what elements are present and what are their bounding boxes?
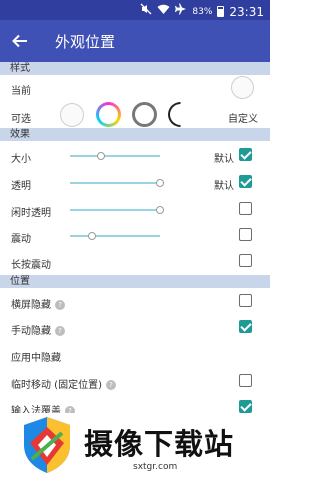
vibrate-checkbox[interactable] xyxy=(239,228,252,241)
manual-hide-checkbox[interactable] xyxy=(239,320,252,333)
status-bar: 83% 23:31 xyxy=(0,0,270,20)
size-default-checkbox[interactable] xyxy=(239,148,252,161)
style-option-color-ring[interactable] xyxy=(96,102,121,127)
watermark-url: sxtgr.com xyxy=(133,462,178,472)
page-title: 外观位置 xyxy=(55,33,116,51)
opacity-default-checkbox[interactable] xyxy=(239,175,252,188)
style-option-plain[interactable] xyxy=(60,103,84,127)
manual-hide-row: 手动隐藏? xyxy=(11,322,65,337)
watermark-banner: 摄像下载站 sxtgr.com xyxy=(0,413,270,480)
landscape-hide-row: 横屏隐藏? xyxy=(11,296,65,311)
app-bar: 外观位置 xyxy=(0,20,270,62)
landscape-hide-checkbox[interactable] xyxy=(239,294,252,307)
temp-move-row: 临时移动 (固定位置)? xyxy=(11,376,116,391)
style-option-dark-ring[interactable] xyxy=(168,102,193,127)
size-slider[interactable] xyxy=(70,152,160,160)
long-press-vibrate-checkbox[interactable] xyxy=(239,254,252,267)
section-header-position: 位置 xyxy=(0,275,270,288)
mute-icon xyxy=(140,3,152,20)
temp-move-label: 临时移动 (固定位置) xyxy=(11,380,102,391)
manual-hide-label: 手动隐藏 xyxy=(11,326,51,337)
help-icon[interactable]: ? xyxy=(55,300,65,310)
ime-cover-checkbox[interactable] xyxy=(239,400,252,413)
current-style-preview xyxy=(231,76,254,99)
status-icons: 83% 23:31 xyxy=(140,3,264,20)
available-styles-label: 可选 xyxy=(11,114,31,125)
idle-opacity-label: 闲时透明 xyxy=(11,208,51,219)
opacity-slider[interactable] xyxy=(70,179,164,187)
current-style-label: 当前 xyxy=(11,86,31,97)
wifi-icon xyxy=(157,4,170,20)
status-time: 23:31 xyxy=(229,4,264,19)
idle-opacity-slider[interactable] xyxy=(70,206,164,214)
idle-opacity-checkbox[interactable] xyxy=(239,202,252,215)
battery-icon xyxy=(217,6,225,17)
vibrate-slider-thumb[interactable] xyxy=(88,232,96,240)
back-arrow-icon[interactable] xyxy=(10,31,30,51)
size-default-label: 默认 xyxy=(214,154,234,165)
shield-logo-icon xyxy=(20,415,74,475)
custom-style-button[interactable]: 自定义 xyxy=(228,110,258,125)
battery-percent: 83% xyxy=(192,6,213,17)
opacity-label: 透明 xyxy=(11,181,31,192)
size-label: 大小 xyxy=(11,154,31,165)
section-header-style: 样式 xyxy=(0,62,270,75)
section-header-effects: 效果 xyxy=(0,128,270,141)
long-press-vibrate-label: 长按震动 xyxy=(11,260,51,271)
help-icon[interactable]: ? xyxy=(55,326,65,336)
landscape-hide-label: 横屏隐藏 xyxy=(11,300,51,311)
opacity-slider-thumb[interactable] xyxy=(156,179,164,187)
watermark-brand: 摄像下载站 xyxy=(84,427,235,461)
idle-opacity-slider-thumb[interactable] xyxy=(156,206,164,214)
vibrate-label: 震动 xyxy=(11,234,31,245)
temp-move-checkbox[interactable] xyxy=(239,374,252,387)
size-slider-thumb[interactable] xyxy=(97,152,105,160)
help-icon[interactable]: ? xyxy=(105,380,116,390)
style-option-gray-ring[interactable] xyxy=(132,102,157,127)
app-hide-label[interactable]: 应用中隐藏 xyxy=(11,349,61,364)
airplane-icon xyxy=(175,3,187,20)
vibrate-slider[interactable] xyxy=(70,232,160,240)
opacity-default-label: 默认 xyxy=(214,181,234,192)
